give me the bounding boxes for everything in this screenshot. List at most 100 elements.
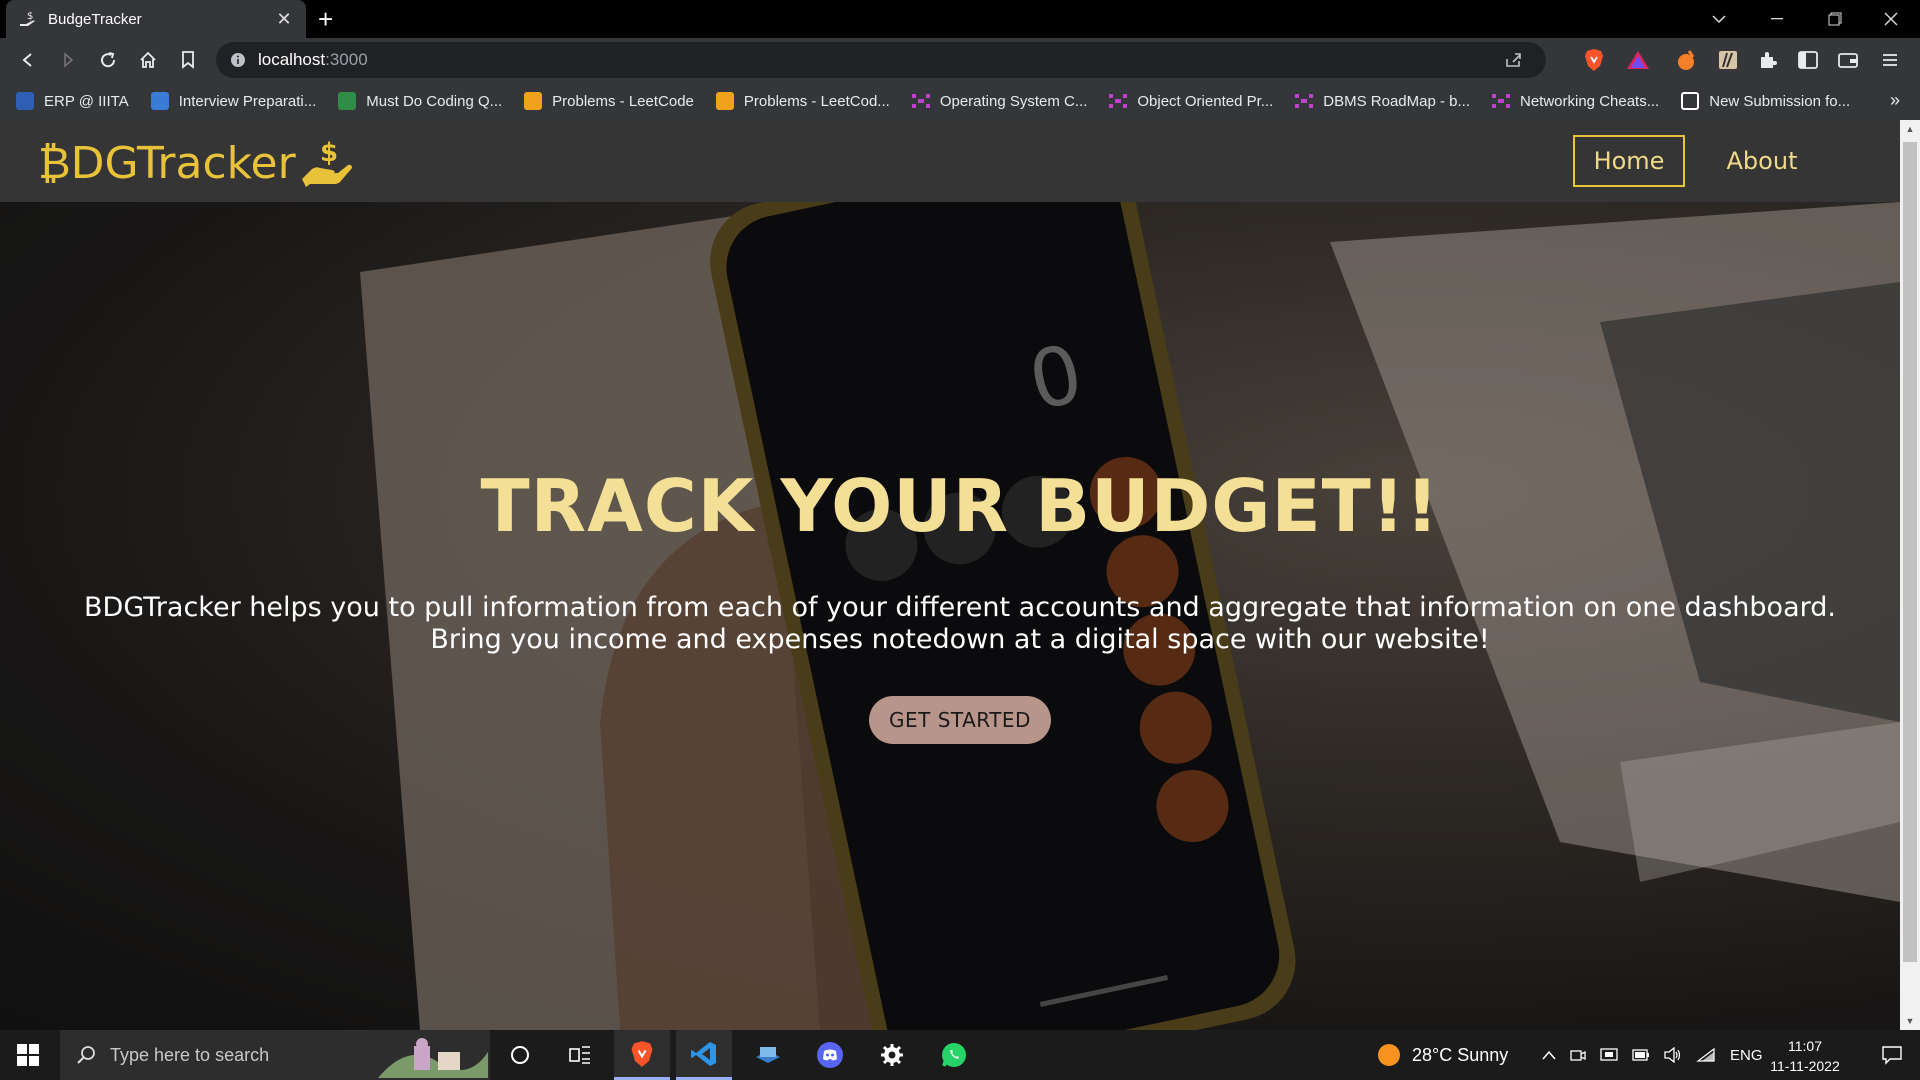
bookmark-item[interactable]: DBMS RoadMap - b... — [1295, 92, 1470, 110]
bookmark-label: Interview Preparati... — [178, 92, 317, 110]
volume-icon[interactable] — [1664, 1047, 1682, 1063]
battery-icon[interactable] — [1632, 1049, 1650, 1061]
close-window-button[interactable] — [1862, 0, 1920, 38]
scroll-up-arrow-icon[interactable]: ▲ — [1900, 120, 1920, 138]
restore-button[interactable] — [1806, 0, 1864, 38]
svg-text:$: $ — [320, 139, 338, 168]
share-icon[interactable] — [1504, 51, 1522, 69]
browser-toolbar: localhost:3000 — [0, 38, 1920, 82]
settings-gear-icon[interactable] — [864, 1030, 920, 1080]
notification-center-icon[interactable] — [1864, 1030, 1920, 1080]
notion-dots-icon — [911, 92, 930, 110]
search-highlight-illustration-icon — [378, 1038, 488, 1078]
tray-overflow-chevron-icon[interactable] — [1542, 1050, 1556, 1060]
tab-close-icon[interactable]: ✕ — [274, 9, 294, 30]
bookmark-item[interactable]: Operating System C... — [911, 92, 1088, 110]
extension-orange-icon[interactable] — [1672, 46, 1700, 74]
notion-dots-icon — [1295, 92, 1314, 110]
wallet-icon[interactable] — [1834, 46, 1862, 74]
notion-dots-icon — [1109, 92, 1128, 110]
new-tab-button[interactable]: + — [318, 6, 333, 32]
whatsapp-taskbar-icon[interactable] — [926, 1030, 982, 1080]
leetcode-icon — [715, 92, 734, 110]
task-view-icon[interactable] — [552, 1030, 608, 1080]
bookmark-label: Must Do Coding Q... — [366, 92, 503, 110]
hand-dollar-icon: $ — [301, 139, 352, 187]
address-bar[interactable]: localhost:3000 — [216, 42, 1546, 78]
nav-about-link[interactable]: About — [1706, 135, 1818, 187]
bookmark-label: Networking Cheats... — [1520, 92, 1660, 110]
site-navbar: ₿DGTracker $ Home About — [0, 120, 1900, 202]
bookmark-label: Problems - LeetCod... — [743, 92, 890, 110]
bookmark-item[interactable]: Problems - LeetCode — [524, 92, 694, 110]
get-started-button[interactable]: GET STARTED — [869, 696, 1051, 744]
menu-icon[interactable] — [1876, 46, 1904, 74]
leetcode-icon — [524, 92, 543, 110]
discord-taskbar-icon[interactable] — [802, 1030, 858, 1080]
language-indicator[interactable]: ENG — [1730, 1047, 1763, 1064]
bookmark-item[interactable]: Object Oriented Pr... — [1109, 92, 1273, 110]
hero-subtext-line1: BDGTracker helps you to pull information… — [84, 592, 1836, 623]
brave-shields-icon[interactable] — [1580, 46, 1608, 74]
bookmark-item[interactable]: Networking Cheats... — [1492, 92, 1659, 110]
search-icon — [77, 1046, 95, 1064]
scrollbar-thumb[interactable] — [1903, 142, 1917, 962]
web-page: ₿DGTracker $ Home About 0 TRACK YOUR BUD… — [0, 120, 1900, 1030]
bookmark-label: DBMS RoadMap - b... — [1323, 92, 1470, 110]
bookmark-label: Object Oriented Pr... — [1137, 92, 1274, 110]
bookmark-button[interactable] — [168, 40, 208, 80]
browser-tab[interactable]: $ BudgeTracker ✕ — [6, 0, 306, 38]
bookmark-item[interactable]: Interview Preparati... — [150, 92, 317, 110]
url-text: localhost:3000 — [258, 50, 368, 69]
nav-home-link[interactable]: Home — [1573, 135, 1685, 187]
back-button[interactable] — [8, 40, 48, 80]
tab-search-icon[interactable] — [1690, 0, 1748, 38]
sidebar-icon[interactable] — [1794, 46, 1822, 74]
page-scrollbar[interactable]: ▲ ▼ — [1900, 120, 1920, 1030]
bookmark-item[interactable]: New Submission fo... — [1681, 92, 1850, 110]
extensions-puzzle-icon[interactable] — [1754, 46, 1782, 74]
windows-logo-icon — [17, 1044, 39, 1066]
minimize-button[interactable] — [1748, 0, 1806, 38]
clock-time: 11:07 — [1788, 1038, 1822, 1054]
bookmarks-bar: ERP @ IIITA Interview Preparati... Must Do… — [0, 82, 1920, 120]
brand-logo[interactable]: ₿DGTracker $ — [38, 138, 354, 189]
home-button[interactable] — [128, 40, 168, 80]
extension-flag-icon[interactable] — [1714, 46, 1742, 74]
system-tray: ENG — [1542, 1030, 1763, 1080]
hero-subtext: BDGTracker helps you to pull information… — [0, 592, 1900, 656]
taskbar-search-box[interactable]: Type here to search — [60, 1030, 490, 1080]
display-icon[interactable] — [1600, 1047, 1618, 1063]
cortana-icon[interactable] — [492, 1030, 548, 1080]
forward-button[interactable] — [48, 40, 88, 80]
vscode-taskbar-icon[interactable] — [676, 1030, 732, 1080]
site-info-icon[interactable] — [230, 52, 246, 68]
gfg-icon — [338, 92, 357, 110]
brave-rewards-icon[interactable] — [1624, 46, 1652, 74]
file-explorer-taskbar-icon[interactable] — [740, 1030, 796, 1080]
scroll-down-arrow-icon[interactable]: ▼ — [1900, 1012, 1920, 1030]
brand-name: ₿DGTracker — [38, 138, 296, 189]
sun-icon — [1378, 1044, 1400, 1066]
erp-icon — [16, 92, 34, 110]
bookmarks-overflow-button[interactable]: » — [1890, 90, 1900, 111]
weather-widget[interactable]: 28°C Sunny — [1376, 1030, 1508, 1080]
clock-date: 11-11-2022 — [1770, 1058, 1840, 1074]
svg-text:$: $ — [27, 11, 33, 22]
bookmark-item[interactable]: ERP @ IIITA — [16, 92, 129, 110]
taskbar-clock[interactable]: 11:07 11-11-2022 — [1760, 1036, 1850, 1076]
start-button[interactable] — [0, 1030, 56, 1080]
browser-titlebar: $ BudgeTracker ✕ + — [0, 0, 1920, 38]
search-placeholder: Type here to search — [110, 1044, 270, 1065]
meet-now-icon[interactable] — [1570, 1047, 1586, 1063]
wifi-icon[interactable] — [1696, 1047, 1716, 1063]
bookmark-label: Problems - LeetCode — [552, 92, 694, 110]
bookmark-item[interactable]: Must Do Coding Q... — [338, 92, 502, 110]
reload-button[interactable] — [88, 40, 128, 80]
windows-taskbar: Type here to search 28°C Sunny ENG 11:07… — [0, 1030, 1920, 1080]
weather-text: 28°C Sunny — [1412, 1044, 1509, 1065]
bookmark-item[interactable]: Problems - LeetCod... — [715, 92, 890, 110]
notion-dots-icon — [1492, 92, 1510, 110]
bookmark-label: Operating System C... — [939, 92, 1088, 110]
brave-browser-taskbar-icon[interactable] — [614, 1030, 670, 1080]
